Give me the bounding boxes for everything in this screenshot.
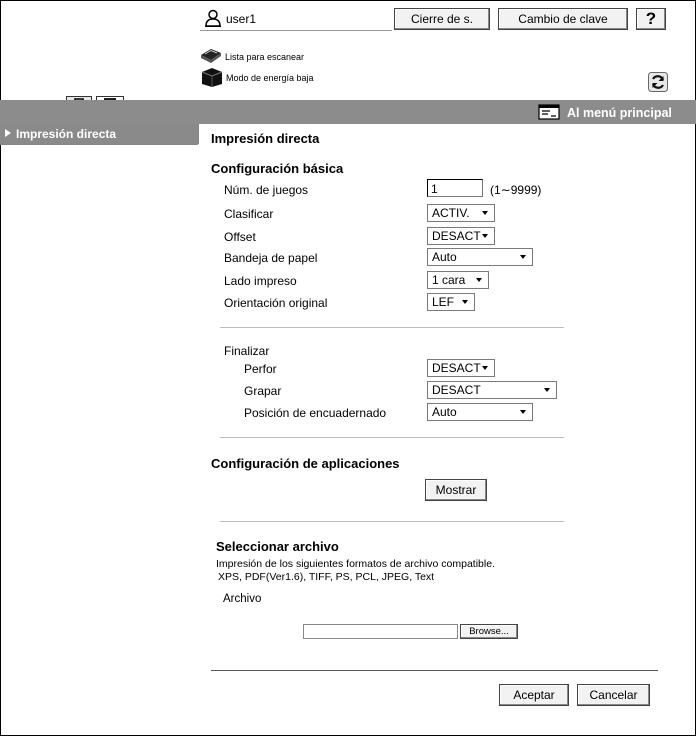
copies-range: (1∼9999) <box>490 183 542 197</box>
offset-label: Offset <box>224 230 256 244</box>
divider <box>220 437 564 438</box>
section-title-file: Seleccionar archivo <box>216 539 339 554</box>
punch-value: DESACT <box>432 361 481 375</box>
paper-tray-value: Auto <box>432 250 457 264</box>
chevron-down-icon <box>520 410 526 414</box>
file-description-2: XPS, PDF(Ver1.6), TIFF, PS, PCL, JPEG, T… <box>218 571 435 583</box>
print-side-select[interactable]: 1 cara <box>427 271 489 289</box>
triangle-right-icon <box>5 129 11 137</box>
sidebar-item-direct-print[interactable]: Impresión directa <box>0 124 198 144</box>
main-menu-link[interactable]: Al menú principal <box>567 106 672 120</box>
divider <box>220 521 564 522</box>
refresh-icon[interactable] <box>648 72 668 92</box>
paper-tray-label: Bandeja de papel <box>224 251 318 265</box>
user-name: user1 <box>226 12 257 26</box>
orientation-select[interactable]: LEF <box>427 293 475 311</box>
binding-select[interactable]: Auto <box>427 403 533 421</box>
staple-value: DESACT <box>432 383 481 397</box>
logout-button[interactable]: Cierre de s. <box>394 8 490 30</box>
section-title-basic: Configuración básica <box>211 161 344 176</box>
sidebar-item-label: Impresión directa <box>16 127 117 141</box>
chevron-down-icon <box>482 234 488 238</box>
paper-tray-select[interactable]: Auto <box>427 248 533 266</box>
help-icon: ? <box>645 9 657 28</box>
printer-icon <box>201 68 223 87</box>
punch-select[interactable]: DESACT <box>427 359 495 377</box>
file-path-input[interactable] <box>303 624 458 639</box>
change-password-button[interactable]: Cambio de clave <box>498 8 628 30</box>
help-button[interactable]: ? <box>636 8 666 30</box>
chevron-down-icon <box>476 278 482 282</box>
chevron-down-icon <box>544 388 550 392</box>
chevron-down-icon <box>520 255 526 259</box>
file-label: Archivo <box>223 593 262 605</box>
orientation-label: Orientación original <box>224 296 328 310</box>
sort-value: ACTIV. <box>432 206 470 220</box>
sort-select[interactable]: ACTIV. <box>427 204 495 222</box>
orientation-value: LEF <box>432 295 455 309</box>
low-power-status: Modo de energía baja <box>226 73 314 83</box>
divider <box>220 327 564 328</box>
print-side-value: 1 cara <box>432 273 466 287</box>
print-side-label: Lado impreso <box>224 274 297 288</box>
menu-icon[interactable] <box>538 104 560 120</box>
scanner-icon <box>201 49 221 63</box>
staple-label: Grapar <box>244 384 282 398</box>
divider <box>211 670 658 671</box>
copies-value: 1 <box>431 182 438 196</box>
show-button[interactable]: Mostrar <box>425 479 487 501</box>
page-title: Impresión directa <box>211 131 320 146</box>
chevron-down-icon <box>482 211 488 215</box>
staple-select[interactable]: DESACT <box>427 381 557 399</box>
sort-label: Clasificar <box>224 207 274 221</box>
browse-button[interactable]: Browse... <box>460 624 518 639</box>
offset-value: DESACT <box>432 229 481 243</box>
binding-label: Posición de encuadernado <box>244 406 387 420</box>
chevron-down-icon <box>482 366 488 370</box>
scan-list-status: Lista para escanear <box>225 52 305 62</box>
punch-label: Perfor <box>244 362 277 376</box>
ok-button[interactable]: Aceptar <box>499 684 569 706</box>
section-title-apps: Configuración de aplicaciones <box>211 456 400 471</box>
user-icon <box>205 9 221 27</box>
cancel-button[interactable]: Cancelar <box>577 684 650 706</box>
offset-select[interactable]: DESACT <box>427 227 495 245</box>
copies-label: Núm. de juegos <box>224 183 309 197</box>
finish-label: Finalizar <box>224 344 270 358</box>
file-description-1: Impresión de los siguientes formatos de … <box>216 558 495 570</box>
chevron-down-icon <box>462 300 468 304</box>
binding-value: Auto <box>432 405 457 419</box>
copies-input[interactable]: 1 <box>427 179 483 197</box>
